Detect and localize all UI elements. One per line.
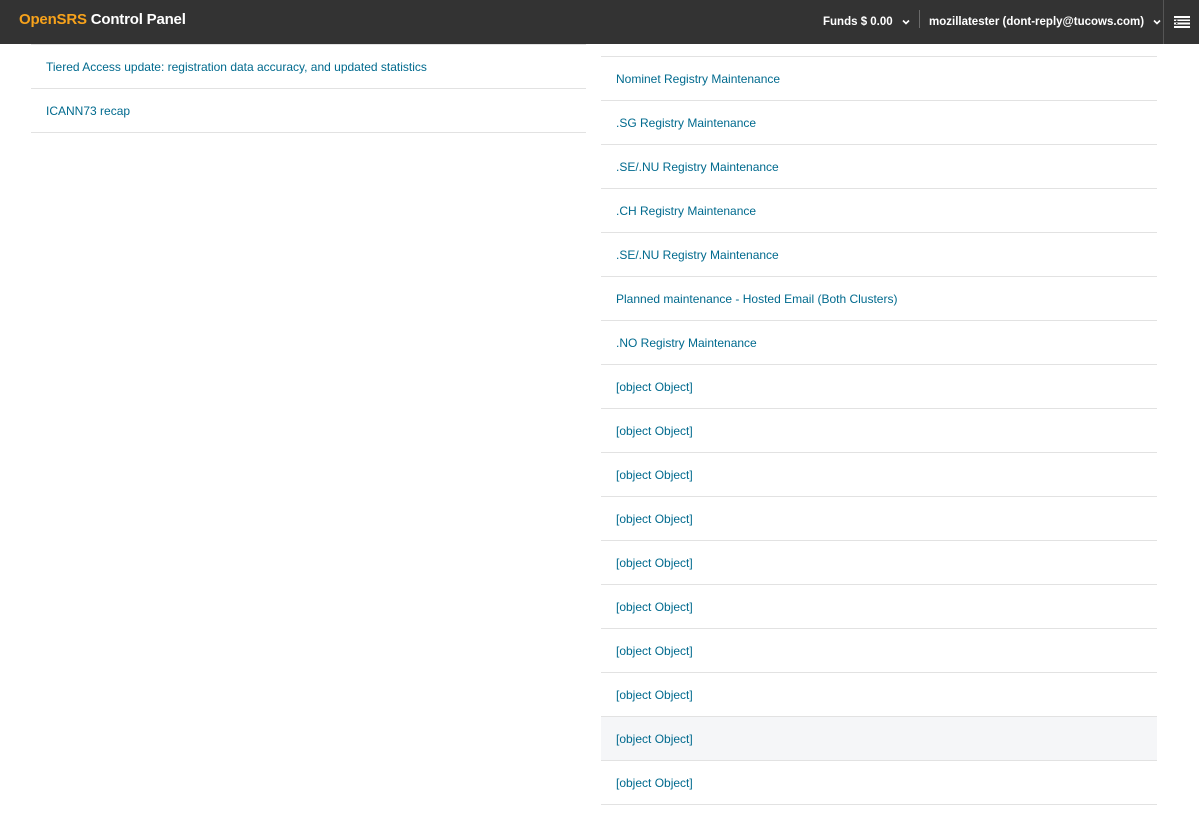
maintenance-link[interactable]: Planned maintenance - Hosted Email (Both… <box>616 292 897 306</box>
list-item-hovered[interactable]: [object Object] <box>601 717 1157 761</box>
maintenance-link[interactable]: [object Object] <box>616 688 693 702</box>
header-divider <box>919 10 920 28</box>
main-menu-button[interactable] <box>1163 0 1199 44</box>
list-item[interactable]: [object Object] <box>601 453 1157 497</box>
list-item[interactable]: .NO Registry Maintenance <box>601 321 1157 365</box>
brand-control-panel: Control Panel <box>86 11 186 28</box>
list-item[interactable]: .SE/.NU Registry Maintenance <box>601 233 1157 277</box>
maintenance-link[interactable]: .SE/.NU Registry Maintenance <box>616 248 779 262</box>
list-item[interactable]: [object Object] <box>601 673 1157 717</box>
menu-list-icon <box>1173 16 1190 28</box>
list-item[interactable]: [object Object] <box>601 497 1157 541</box>
chevron-down-icon <box>1153 19 1161 25</box>
list-item[interactable]: [object Object] <box>601 541 1157 585</box>
maintenance-link[interactable]: [object Object] <box>616 380 693 394</box>
list-item[interactable]: [object Object] <box>601 365 1157 409</box>
funds-dropdown[interactable]: Funds $ 0.00 <box>823 0 911 44</box>
maintenance-link[interactable]: [object Object] <box>616 776 693 790</box>
maintenance-link[interactable]: .SG Registry Maintenance <box>616 116 756 130</box>
maintenance-link[interactable]: [object Object] <box>616 468 693 482</box>
user-account-dropdown[interactable]: mozillatester (dont-reply@tucows.com) <box>929 0 1162 44</box>
announcement-link[interactable]: ICANN73 recap <box>46 104 130 118</box>
maintenance-link[interactable]: [object Object] <box>616 644 693 658</box>
list-item[interactable]: [object Object] <box>601 409 1157 453</box>
maintenance-link[interactable]: .CH Registry Maintenance <box>616 204 756 218</box>
list-item[interactable]: Tiered Access update: registration data … <box>31 44 586 89</box>
list-item[interactable]: [object Object] <box>601 761 1157 805</box>
list-item[interactable]: .SG Registry Maintenance <box>601 101 1157 145</box>
list-item[interactable]: ICANN73 recap <box>31 89 586 133</box>
list-item[interactable]: .SE/.NU Registry Maintenance <box>601 145 1157 189</box>
maintenance-link[interactable]: [object Object] <box>616 424 693 438</box>
user-label: mozillatester (dont-reply@tucows.com) <box>929 16 1145 28</box>
maintenance-link[interactable]: [object Object] <box>616 732 693 746</box>
announcements-list: Tiered Access update: registration data … <box>31 44 586 133</box>
list-top-divider <box>601 44 1157 57</box>
maintenance-link[interactable]: [object Object] <box>616 556 693 570</box>
announcement-link[interactable]: Tiered Access update: registration data … <box>46 60 427 74</box>
app-logo[interactable]: OpenSRS Control Panel <box>19 11 186 29</box>
maintenance-link[interactable]: Nominet Registry Maintenance <box>616 72 780 86</box>
list-item[interactable]: [object Object] <box>601 585 1157 629</box>
list-item[interactable]: .CH Registry Maintenance <box>601 189 1157 233</box>
top-navigation-bar: OpenSRS Control Panel Funds $ 0.00 mozil… <box>0 0 1199 44</box>
maintenance-link[interactable]: [object Object] <box>616 512 693 526</box>
brand-opensrs: OpenSRS <box>19 11 87 28</box>
list-item[interactable]: [object Object] <box>601 629 1157 673</box>
maintenance-link[interactable]: .SE/.NU Registry Maintenance <box>616 160 779 174</box>
maintenance-link[interactable]: .NO Registry Maintenance <box>616 336 757 350</box>
list-item[interactable]: Planned maintenance - Hosted Email (Both… <box>601 277 1157 321</box>
chevron-down-icon <box>902 19 910 25</box>
list-item[interactable]: Nominet Registry Maintenance <box>601 57 1157 101</box>
maintenance-list: Nominet Registry Maintenance .SG Registr… <box>601 44 1157 805</box>
maintenance-link[interactable]: [object Object] <box>616 600 693 614</box>
funds-label: Funds $ 0.00 <box>823 16 893 28</box>
